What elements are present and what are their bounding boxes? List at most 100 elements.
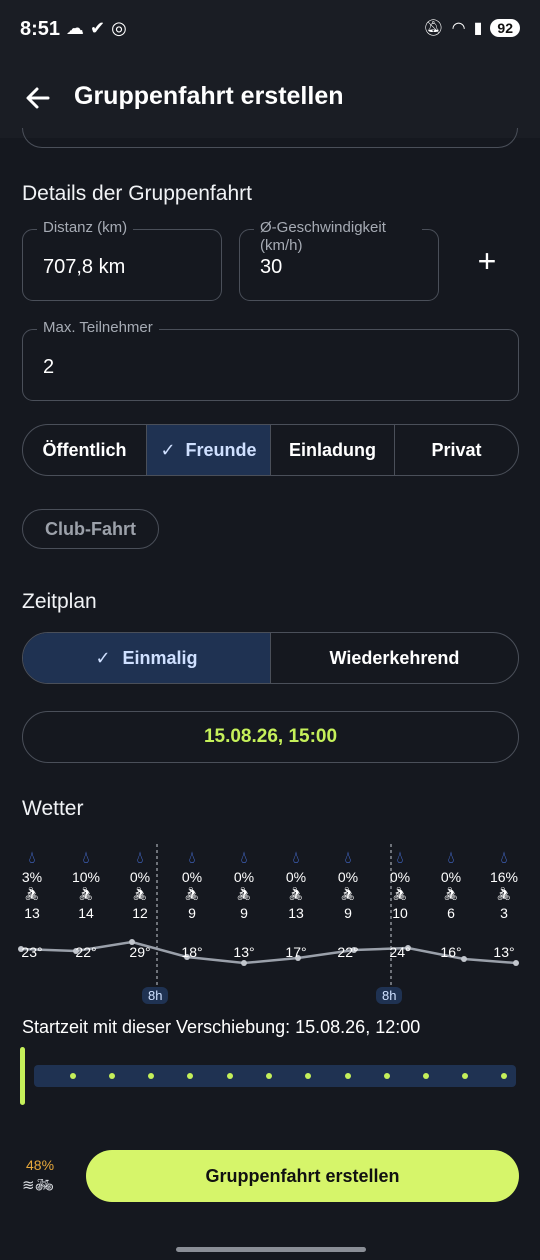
wind-speed: 6 xyxy=(447,905,455,921)
target-icon: ◎ xyxy=(111,18,127,38)
rain-chance: 0% xyxy=(233,869,255,885)
slider-tick xyxy=(501,1073,507,1079)
status-time: 8:51 xyxy=(20,18,61,40)
schedule-option-recurring[interactable]: Wiederkehrend xyxy=(271,633,518,683)
temperature: 17° xyxy=(285,944,307,960)
temperature: 13° xyxy=(233,944,255,960)
create-group-ride-button[interactable]: Gruppenfahrt erstellen xyxy=(86,1150,519,1202)
water-drop-icon: 💧︎ xyxy=(188,848,196,867)
back-button[interactable] xyxy=(22,82,54,114)
wind-speed: 13 xyxy=(24,905,40,921)
slider-tick xyxy=(187,1073,193,1079)
speed-field[interactable]: Ø-Geschwindigkeit (km/h) 30 xyxy=(239,219,439,301)
rain-chance: 0% xyxy=(129,869,151,885)
schedule-section-title: Zeitplan xyxy=(22,590,97,613)
cloud-icon: ☁ xyxy=(66,18,84,38)
club-ride-chip[interactable]: Club-Fahrt xyxy=(22,509,159,549)
home-indicator xyxy=(176,1247,366,1252)
wifi-icon: ◠ xyxy=(451,20,466,37)
signal-icon: ▮ xyxy=(473,20,483,37)
weather-column: 💧︎ 0% 🚴︎ 6 16° xyxy=(426,848,476,960)
water-drop-icon: 💧︎ xyxy=(396,848,404,867)
add-field-button[interactable]: + xyxy=(467,241,507,281)
cyclist-icon: 🚴︎ xyxy=(442,886,460,901)
visibility-option-private[interactable]: Privat xyxy=(395,425,518,475)
speed-value: 30 xyxy=(260,256,283,278)
water-drop-icon: 💧︎ xyxy=(500,848,508,867)
wind-speed: 14 xyxy=(78,905,94,921)
max-participants-value: 2 xyxy=(43,356,55,378)
weather-strip: 💧︎ 3% 🚴︎ 13 23° 💧︎ 10% 🚴︎ 14 22° 💧︎ 0% 🚴… xyxy=(0,840,540,1010)
cyclist-icon: 🚴︎ xyxy=(23,886,41,901)
distance-label: Distanz (km) xyxy=(37,219,134,237)
wind-speed: 9 xyxy=(188,905,196,921)
distance-field[interactable]: Distanz (km) 707,8 km xyxy=(22,219,222,301)
water-drop-icon: 💧︎ xyxy=(136,848,144,867)
details-section-title: Details der Gruppenfahrt xyxy=(22,182,252,205)
energy-percentage: 48% xyxy=(26,1157,55,1173)
visibility-option-friends[interactable]: ✓ Freunde xyxy=(147,425,271,475)
datetime-button[interactable]: 15.08.26, 15:00 xyxy=(22,711,519,763)
time-marker: 8h xyxy=(142,987,169,1004)
cyclist-icon: 🚴︎ xyxy=(77,886,95,901)
cyclist-icon: 🚴︎ xyxy=(235,886,253,901)
cyclist-icon: 🚴︎ xyxy=(287,886,305,901)
weather-column: 💧︎ 10% 🚴︎ 14 22° xyxy=(61,848,111,960)
slider-tick xyxy=(305,1073,311,1079)
bike-icon: ≋🚲︎ xyxy=(22,1177,54,1194)
slider-tick xyxy=(345,1073,351,1079)
temperature: 22° xyxy=(337,944,359,960)
rain-chance: 0% xyxy=(181,869,203,885)
check-icon: ✓ xyxy=(95,647,111,668)
schedule-option-once-label: Einmalig xyxy=(122,647,198,668)
plus-icon: + xyxy=(477,243,497,279)
slider-tick xyxy=(148,1073,154,1079)
wind-speed: 13 xyxy=(288,905,304,921)
schedule-option-once[interactable]: ✓ Einmalig xyxy=(23,633,271,683)
visibility-option-invite[interactable]: Einladung xyxy=(271,425,395,475)
check-icon: ✓ xyxy=(160,439,176,460)
slider-tick xyxy=(384,1073,390,1079)
battery-badge: 92 xyxy=(490,19,520,37)
cyclist-icon: 🚴︎ xyxy=(131,886,149,901)
start-shift-slider-track[interactable] xyxy=(34,1065,516,1087)
visibility-option-public[interactable]: Öffentlich xyxy=(23,425,147,475)
max-participants-field[interactable]: Max. Teilnehmer 2 xyxy=(22,319,519,401)
wind-speed: 10 xyxy=(392,905,408,921)
check-icon: ✔ xyxy=(90,18,106,38)
back-arrow-icon xyxy=(26,87,50,109)
page-title: Gruppenfahrt erstellen xyxy=(74,82,344,110)
speed-label: Ø-Geschwindigkeit (km/h) xyxy=(254,219,422,255)
water-drop-icon: 💧︎ xyxy=(240,848,248,867)
water-drop-icon: 💧︎ xyxy=(292,848,300,867)
status-notification-icons: ☁ ✔ ◎ xyxy=(66,18,127,39)
slider-tick xyxy=(227,1073,233,1079)
temperature: 24° xyxy=(389,944,411,960)
weather-column: 💧︎ 16% 🚴︎ 3 13° xyxy=(479,848,529,960)
rain-chance: 0% xyxy=(440,869,462,885)
temperature: 16° xyxy=(440,944,462,960)
weather-column: 💧︎ 0% 🚴︎ 13 17° xyxy=(271,848,321,960)
visibility-selector: Öffentlich ✓ Freunde Einladung Privat xyxy=(22,424,519,476)
temperature: 29° xyxy=(129,944,151,960)
weather-column: 💧︎ 0% 🚴︎ 12 29° xyxy=(115,848,165,960)
cyclist-icon: 🚴︎ xyxy=(339,886,357,901)
water-drop-icon: 💧︎ xyxy=(82,848,90,867)
start-shift-slider-handle[interactable] xyxy=(20,1047,25,1105)
temperature: 13° xyxy=(493,944,515,960)
rain-chance: 0% xyxy=(389,869,411,885)
app-bar: Gruppenfahrt erstellen xyxy=(0,62,540,138)
time-marker: 8h xyxy=(376,987,403,1004)
wind-speed: 3 xyxy=(500,905,508,921)
wind-speed: 12 xyxy=(132,905,148,921)
mute-icon: 🔕︎ xyxy=(423,20,444,37)
rain-chance: 16% xyxy=(489,869,519,885)
status-bar: 8:51 ☁ ✔ ◎ 🔕︎ ◠ ▮ 92 xyxy=(0,0,540,62)
rain-chance: 0% xyxy=(337,869,359,885)
water-drop-icon: 💧︎ xyxy=(447,848,455,867)
temperature: 23° xyxy=(21,944,43,960)
temperature: 22° xyxy=(75,944,97,960)
weather-column: 💧︎ 0% 🚴︎ 9 22° xyxy=(323,848,373,960)
max-participants-label: Max. Teilnehmer xyxy=(37,319,159,337)
slider-tick xyxy=(109,1073,115,1079)
